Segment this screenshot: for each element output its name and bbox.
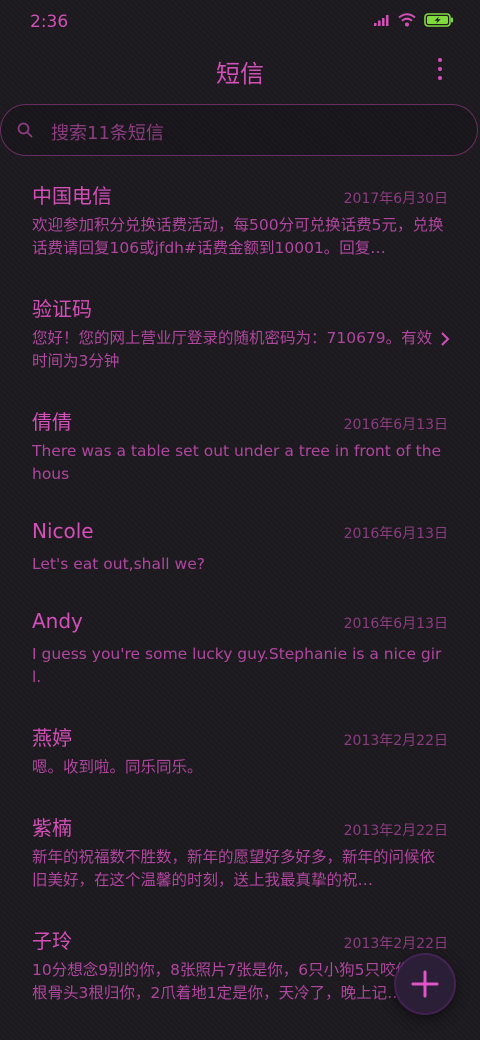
message-preview: I guess you're some lucky guy.Stephanie …	[32, 645, 442, 686]
battery-charging-icon	[424, 13, 453, 27]
message-preview: 新年的祝福数不胜数，新年的愿望好多好多，新年的问候依旧美好，在这个温馨的时刻，送…	[32, 848, 436, 889]
message-date: 2013年2月22日	[343, 936, 448, 952]
conversation-item[interactable]: 中国电信 2017年6月30日 欢迎参加积分兑换话费活动，每500分可兑换话费5…	[0, 180, 480, 293]
conversation-item[interactable]: 验证码 您好！您的网上营业厅登录的随机密码为：710679。有效时间为3分钟	[0, 293, 480, 406]
contact-name: Andy	[32, 609, 83, 633]
message-date: 2013年2月22日	[343, 733, 448, 749]
conversation-item[interactable]: 燕婷 2013年2月22日 嗯。收到啦。同乐同乐。	[0, 722, 480, 812]
status-icons	[374, 13, 454, 27]
conversation-list: 中国电信 2017年6月30日 欢迎参加积分兑换话费活动，每500分可兑换话费5…	[0, 180, 480, 1015]
conversation-item[interactable]: 倩倩 2016年6月13日 There was a table set out …	[0, 406, 480, 519]
message-date: 2016年6月13日	[343, 526, 448, 542]
contact-name: 倩倩	[32, 410, 72, 434]
conversation-item[interactable]: 紫楠 2013年2月22日 新年的祝福数不胜数，新年的愿望好多好多，新年的问候依…	[0, 812, 480, 925]
message-preview: 您好！您的网上营业厅登录的随机密码为：710679。有效时间为3分钟	[32, 329, 433, 370]
message-preview: 嗯。收到啦。同乐同乐。	[32, 758, 203, 776]
message-date: 2017年6月30日	[343, 191, 448, 207]
signal-icon	[374, 15, 389, 26]
more-vertical-icon[interactable]	[430, 58, 450, 84]
search-input[interactable]: 搜索11条短信	[0, 104, 478, 156]
message-preview: 10分想念9别的你，8张照片7张是你，6只小狗5只咬你，4根骨头3根归你，2爪着…	[32, 961, 437, 1002]
search-icon	[17, 122, 33, 138]
status-bar: 2:36	[0, 0, 480, 44]
message-date: 2016年6月13日	[343, 616, 448, 632]
contact-name: 验证码	[32, 297, 92, 321]
title-bar: 短信	[0, 44, 480, 96]
contact-name: Nicole	[32, 519, 94, 543]
wifi-icon	[398, 13, 416, 27]
contact-name: 中国电信	[32, 184, 112, 208]
plus-icon	[411, 970, 439, 998]
message-preview: Let's eat out,shall we?	[32, 555, 205, 573]
contact-name: 燕婷	[32, 726, 72, 750]
message-date: 2013年2月22日	[343, 823, 448, 839]
contact-name: 紫楠	[32, 816, 72, 840]
page-title: 短信	[216, 60, 264, 88]
message-preview: 欢迎参加积分兑换话费活动，每500分可兑换话费5元，兑换话费请回复106或jfd…	[32, 216, 444, 257]
status-time: 2:36	[30, 12, 69, 32]
conversation-item[interactable]: Nicole 2016年6月13日 Let's eat out,shall we…	[0, 519, 480, 609]
chevron-right-icon	[441, 332, 450, 346]
contact-name: 子玲	[32, 929, 72, 953]
message-preview: There was a table set out under a tree i…	[32, 442, 442, 483]
message-date: 2016年6月13日	[343, 417, 448, 433]
conversation-item[interactable]: Andy 2016年6月13日 I guess you're some luck…	[0, 609, 480, 722]
search-placeholder: 搜索11条短信	[51, 123, 164, 144]
new-message-button[interactable]	[396, 955, 454, 1013]
